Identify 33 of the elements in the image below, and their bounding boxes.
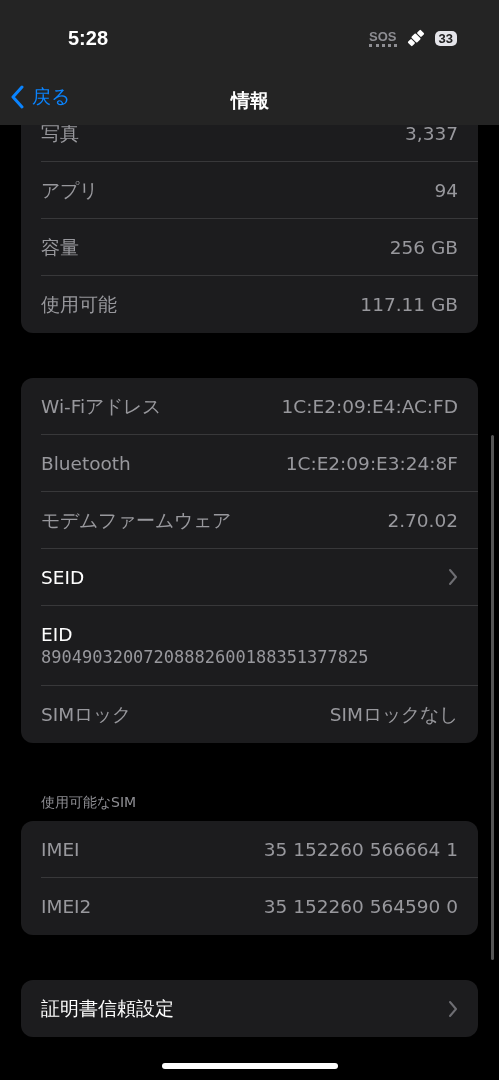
row-label: IMEI2 (41, 896, 92, 917)
row-value: 35 152260 564590 0 (263, 896, 458, 917)
chevron-left-icon (10, 85, 24, 109)
row-value: 2.70.02 (387, 509, 458, 531)
row-value: 256 GB (389, 236, 458, 258)
row-label: IMEI (41, 838, 80, 860)
row-value: 1C:E2:09:E4:AC:FD (281, 395, 458, 417)
battery-indicator: 33 (434, 30, 457, 46)
status-time: 5:28 (68, 26, 109, 50)
chevron-right-icon[interactable] (448, 568, 458, 586)
row-label: EID (41, 624, 73, 645)
section-header: 使用可能なSIM (40, 794, 138, 812)
row-label: Wi-Fiアドレス (41, 394, 162, 419)
row-label: アプリ (41, 178, 98, 203)
row-value: SIMロックなし (329, 703, 458, 727)
row-label[interactable]: 証明書信頼設定 (41, 996, 174, 1021)
row-label[interactable]: SEID (41, 566, 85, 588)
row-label: 使用可能 (41, 293, 117, 317)
row-value: 35 152260 566664 1 (263, 838, 458, 860)
row-label: Bluetooth (41, 452, 131, 474)
row-value: 3,337 (405, 122, 458, 144)
page-title: 情報 (230, 87, 269, 113)
row-label: SIMロック (41, 703, 132, 727)
row-value: 117.11 GB (360, 294, 458, 315)
sos-indicator: SOS (369, 29, 397, 47)
chevron-right-icon[interactable] (448, 999, 458, 1018)
row-value: 89049032007208882600188351377825 (41, 647, 369, 667)
row-label: 写真 (41, 121, 79, 146)
row-label: 容量 (41, 235, 79, 260)
row-label: モデムファームウェア (41, 508, 231, 533)
back-button[interactable]: 戻る (10, 84, 70, 110)
row-value: 1C:E2:09:E3:24:8F (285, 452, 458, 474)
row-value: 94 (434, 179, 458, 201)
